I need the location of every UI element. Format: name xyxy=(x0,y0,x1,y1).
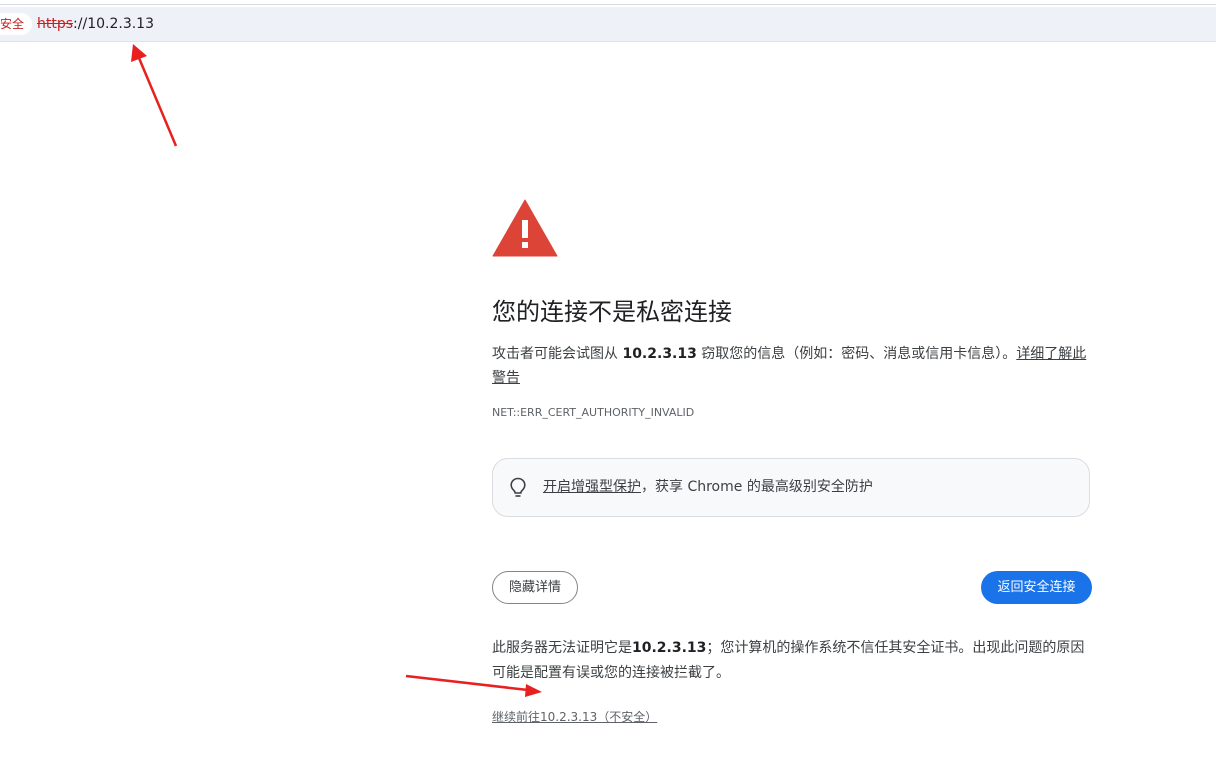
desc-prefix: 攻击者可能会试图从 xyxy=(492,346,623,362)
annotation-arrow-url xyxy=(131,44,178,147)
window-top-edge xyxy=(0,0,1216,5)
details-explanation: 此服务器无法证明它是10.2.3.13；您计算机的操作系统不信任其安全证书。出现… xyxy=(492,636,1092,686)
security-chip[interactable]: 安全 xyxy=(0,13,33,35)
warning-description: 攻击者可能会试图从 10.2.3.13 窃取您的信息（例如：密码、消息或信用卡信… xyxy=(492,342,1092,390)
address-bar[interactable]: 安全 https://10.2.3.13 xyxy=(0,7,1216,42)
desc-host: 10.2.3.13 xyxy=(622,346,697,362)
back-to-safety-button[interactable]: 返回安全连接 xyxy=(981,571,1092,604)
proceed-unsafe-link[interactable]: 继续前往10.2.3.13（不安全） xyxy=(492,708,657,725)
enhanced-protection-promo: 开启增强型保护，获享 Chrome 的最高级别安全防护 xyxy=(492,458,1090,517)
lightbulb-icon xyxy=(510,477,526,497)
promo-suffix: ，获享 Chrome 的最高级别安全防护 xyxy=(641,479,873,495)
url-text[interactable]: https://10.2.3.13 xyxy=(37,7,154,41)
warning-triangle-icon xyxy=(492,199,558,257)
details-prefix: 此服务器无法证明它是 xyxy=(492,640,632,656)
url-scheme: https xyxy=(37,16,74,32)
enhanced-protection-link[interactable]: 开启增强型保护 xyxy=(543,479,641,495)
desc-suffix: 窃取您的信息（例如：密码、消息或信用卡信息）。 xyxy=(696,346,1017,362)
error-code: NET::ERR_CERT_AUTHORITY_INVALID xyxy=(492,406,695,419)
hide-details-button[interactable]: 隐藏详情 xyxy=(492,571,578,604)
url-host: ://10.2.3.13 xyxy=(73,16,154,32)
page-title: 您的连接不是私密连接 xyxy=(492,298,732,326)
details-host: 10.2.3.13 xyxy=(632,640,707,656)
promo-text: 开启增强型保护，获享 Chrome 的最高级别安全防护 xyxy=(543,459,873,516)
